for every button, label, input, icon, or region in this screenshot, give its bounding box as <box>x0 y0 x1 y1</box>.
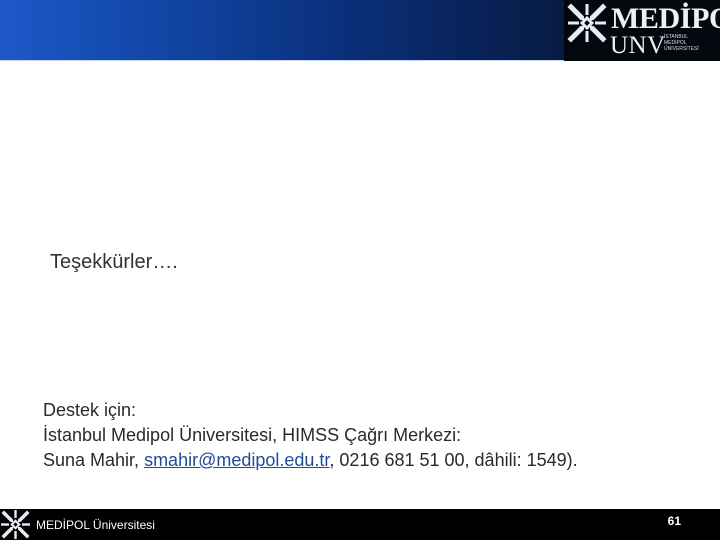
page-number: 61 <box>667 514 681 528</box>
logo-sub-text: UNV <box>610 32 666 59</box>
contact-phone: , 0216 681 51 00, dâhili: 1549). <box>329 450 578 470</box>
support-heading: Destek için: <box>43 400 137 420</box>
footer-bar: MEDİPOL Üniversitesi 61 <box>0 509 720 540</box>
medipol-logo: MEDİPOL UNV İSTANBUL MEDİPOL ÜNİVERSİTES… <box>564 0 720 61</box>
support-contact-line: Suna Mahir, smahir@medipol.edu.tr, 0216 … <box>43 448 578 473</box>
logo-brand-text: MEDİPOL <box>611 2 720 35</box>
medipol-emblem-icon <box>1 510 30 539</box>
thanks-text: Teşekkürler…. <box>50 251 178 273</box>
medipol-emblem-icon <box>567 3 607 43</box>
contact-name: Suna Mahir, <box>43 450 145 470</box>
logo-small-text: İSTANBUL MEDİPOL ÜNİVERSİTESİ <box>664 34 716 52</box>
support-institution: İstanbul Medipol Üniversitesi, HIMSS Çağ… <box>43 425 462 445</box>
footer-institution: MEDİPOL Üniversitesi <box>36 518 155 532</box>
support-info: Destek için: İstanbul Medipol Üniversite… <box>43 398 578 473</box>
logo-small-line: ÜNİVERSİTESİ <box>664 46 699 52</box>
header-bar: MEDİPOL UNV İSTANBUL MEDİPOL ÜNİVERSİTES… <box>0 0 720 61</box>
email-link[interactable]: smahir@medipol.edu.tr <box>144 450 329 470</box>
